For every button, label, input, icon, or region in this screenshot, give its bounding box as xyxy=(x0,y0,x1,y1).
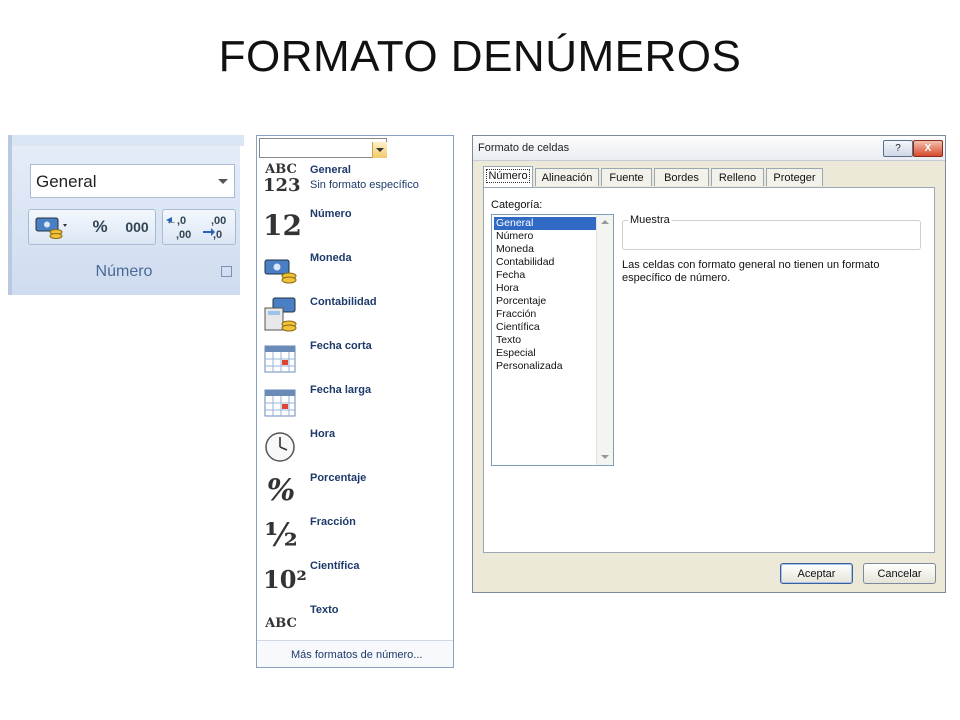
tab-alignment[interactable]: Alineación xyxy=(535,168,599,186)
abc123-icon: ABC 123 xyxy=(263,162,301,196)
format-option-percentage[interactable]: % Porcentaje xyxy=(257,468,453,512)
option-label: Fecha larga xyxy=(310,384,372,396)
format-option-long-date[interactable]: Fecha larga xyxy=(257,380,453,424)
help-button[interactable]: ? xyxy=(883,140,913,157)
tab-protection[interactable]: Proteger xyxy=(766,168,823,186)
option-label: Porcentaje xyxy=(310,472,367,484)
svg-text:,00: ,00 xyxy=(211,215,226,227)
currency-icon xyxy=(35,217,67,239)
tab-number[interactable]: Número xyxy=(483,166,533,187)
calendar-icon xyxy=(264,389,296,417)
scroll-up-icon[interactable] xyxy=(601,220,609,224)
dialog-launcher-icon[interactable] xyxy=(221,266,232,277)
decrease-decimal-button[interactable]: ,00 ,0 xyxy=(200,210,236,244)
currency-icon xyxy=(264,259,297,284)
option-label: Fecha corta xyxy=(310,340,372,352)
percent-style-button[interactable]: % xyxy=(85,210,115,244)
list-item[interactable]: General xyxy=(494,217,597,230)
tab-font[interactable]: Fuente xyxy=(601,168,652,186)
list-item[interactable]: Fecha xyxy=(494,269,597,282)
cancel-button[interactable]: Cancelar xyxy=(863,563,936,584)
list-item[interactable]: Porcentaje xyxy=(494,295,597,308)
scientific-icon: 10² xyxy=(263,565,307,594)
format-option-accounting[interactable]: Contabilidad xyxy=(257,292,453,336)
option-label: Fracción xyxy=(310,516,356,528)
format-option-text[interactable]: ABC Texto xyxy=(257,600,453,644)
tab-fill[interactable]: Relleno xyxy=(711,168,764,186)
list-item[interactable]: Fracción xyxy=(494,308,597,321)
accounting-icon xyxy=(264,297,297,332)
fraction-icon: ½ xyxy=(264,516,298,554)
more-formats-label: Más formatos de número... xyxy=(291,649,423,661)
increase-decimal-icon: ←,0 ,00 xyxy=(166,215,191,241)
currency-format-button[interactable] xyxy=(31,210,71,244)
tab-borders[interactable]: Bordes xyxy=(654,168,709,186)
format-description: Las celdas con formato general no tienen… xyxy=(622,259,880,284)
increase-decimal-button[interactable]: ←,0 ,00 xyxy=(163,210,199,244)
decrease-decimal-icon: ,00 ,0 xyxy=(203,215,226,241)
list-item[interactable]: Hora xyxy=(494,282,597,295)
option-sublabel: Sin formato específico xyxy=(310,179,419,191)
option-label: Contabilidad xyxy=(310,296,377,308)
format-option-scientific[interactable]: 10² Científica xyxy=(257,556,453,600)
option-label: Hora xyxy=(310,428,336,440)
number-tab-panel: Categoría: General Número Moneda Contabi… xyxy=(483,187,935,553)
sample-label: Muestra xyxy=(628,214,672,226)
more-number-formats-link[interactable]: Más formatos de número... xyxy=(257,640,453,667)
list-item[interactable]: Texto xyxy=(494,334,597,347)
option-label: Moneda xyxy=(310,252,352,264)
format-combo-input[interactable] xyxy=(259,138,387,158)
list-item[interactable]: Científica xyxy=(494,321,597,334)
number-icon: 12 xyxy=(263,209,302,242)
slide-title: FORMATO DENÚMEROS xyxy=(218,32,742,81)
scroll-down-icon[interactable] xyxy=(601,455,609,459)
group-label: Número xyxy=(95,263,153,280)
text-icon: ABC xyxy=(265,616,297,631)
dialog-titlebar: Formato de celdas ? X xyxy=(473,136,945,161)
comma-style-button[interactable]: 000 xyxy=(119,210,155,244)
list-item[interactable]: Número xyxy=(494,230,597,243)
category-list[interactable]: General Número Moneda Contabilidad Fecha… xyxy=(491,214,614,466)
list-item[interactable]: Contabilidad xyxy=(494,256,597,269)
format-option-fraction[interactable]: ½ Fracción xyxy=(257,512,453,556)
category-scrollbar[interactable] xyxy=(596,215,613,465)
format-option-currency[interactable]: Moneda xyxy=(257,248,453,292)
close-button[interactable]: X xyxy=(913,140,943,157)
number-format-dropdown: ABC 123 General Sin formato específico 12… xyxy=(256,135,454,668)
option-label: General xyxy=(310,164,351,176)
category-label: Categoría: xyxy=(491,199,543,211)
format-option-time[interactable]: Hora xyxy=(257,424,453,468)
format-option-general[interactable]: ABC 123 General Sin formato específico xyxy=(257,160,453,204)
chevron-down-icon[interactable] xyxy=(372,142,387,158)
number-format-select[interactable]: General xyxy=(30,164,235,198)
list-item[interactable]: Moneda xyxy=(494,243,597,256)
svg-text:,0: ,0 xyxy=(213,229,222,241)
percent-icon: % xyxy=(266,473,296,508)
decimal-button-group: ←,0 ,00 ,00 ,0 xyxy=(162,209,236,245)
number-format-value: General xyxy=(36,172,97,191)
list-item[interactable]: Especial xyxy=(494,347,597,360)
calendar-icon xyxy=(264,345,296,373)
option-label: Científica xyxy=(310,560,360,572)
list-item[interactable]: Personalizada xyxy=(494,360,597,373)
format-option-short-date[interactable]: Fecha corta xyxy=(257,336,453,380)
ok-button[interactable]: Aceptar xyxy=(780,563,853,584)
clock-icon xyxy=(265,432,295,462)
format-cells-dialog: Formato de celdas ? X Número Alineación … xyxy=(472,135,946,593)
format-option-number[interactable]: 12 Número xyxy=(257,204,453,248)
option-label: Número xyxy=(310,208,352,220)
chevron-down-icon[interactable] xyxy=(218,179,228,184)
format-button-group: % 000 xyxy=(28,209,156,245)
ribbon-number-group: General % 000 ←,0 ,00 ,00 ,0 Número xyxy=(8,135,244,295)
option-label: Texto xyxy=(310,604,339,616)
svg-text:,00: ,00 xyxy=(176,229,191,241)
dialog-title: Formato de celdas xyxy=(478,142,570,154)
